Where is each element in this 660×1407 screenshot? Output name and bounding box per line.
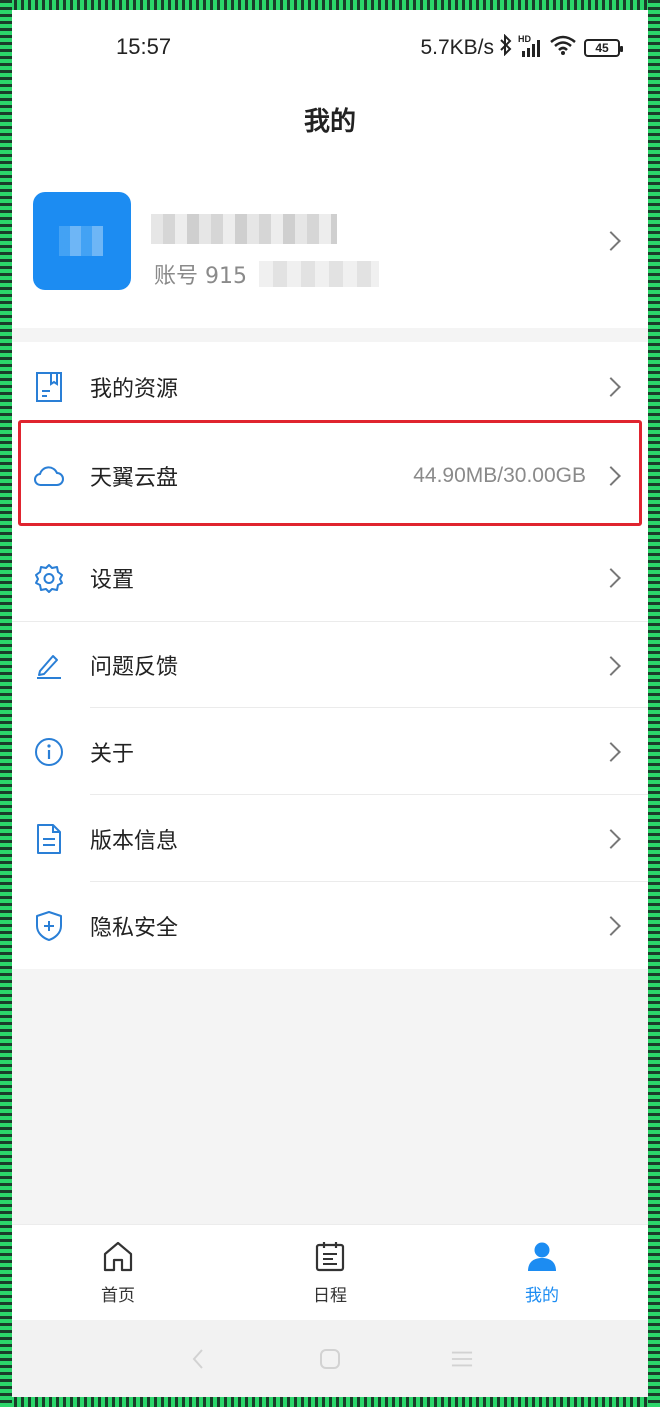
gear-icon xyxy=(33,562,65,594)
back-icon[interactable] xyxy=(187,1348,209,1370)
chevron-right-icon xyxy=(601,656,621,676)
menu-item-version-info[interactable]: 版本信息 xyxy=(12,795,648,882)
menu-item-my-resources[interactable]: 我的资源 xyxy=(12,342,648,432)
phone-screen: 15:57 5.7KB/s HD 45 我的 账号 915 我的资源 天翼云盘 … xyxy=(12,10,648,1397)
page-header: 我的 xyxy=(12,84,648,154)
chevron-right-icon xyxy=(601,742,621,762)
storage-usage: 44.90MB/30.00GB xyxy=(413,464,586,487)
battery-icon: 45 xyxy=(584,39,623,57)
profile-card[interactable]: 账号 915 xyxy=(12,154,648,328)
menu-item-label: 我的资源 xyxy=(90,377,179,402)
nav-tab-mine[interactable]: 我的 xyxy=(436,1225,648,1320)
avatar[interactable] xyxy=(33,192,131,290)
home-icon xyxy=(101,1239,135,1277)
account-number-redacted xyxy=(259,261,379,287)
status-icons: 5.7KB/s HD 45 xyxy=(420,33,623,62)
nav-label: 日程 xyxy=(313,1286,347,1306)
network-speed: 5.7KB/s xyxy=(420,36,494,59)
cloud-icon xyxy=(33,460,65,492)
chevron-right-icon xyxy=(601,231,621,251)
menu-icon[interactable] xyxy=(451,1348,473,1370)
nav-label: 我的 xyxy=(525,1286,559,1306)
document-icon xyxy=(33,371,65,403)
chevron-right-icon xyxy=(601,377,621,397)
menu-item-cloud-drive[interactable]: 天翼云盘 44.90MB/30.00GB xyxy=(12,432,648,520)
file-icon xyxy=(33,823,65,855)
avatar-pixelated xyxy=(59,226,103,256)
person-icon xyxy=(525,1239,559,1277)
nav-tab-schedule[interactable]: 日程 xyxy=(224,1225,436,1320)
menu-item-feedback[interactable]: 问题反馈 xyxy=(12,621,648,708)
menu-item-settings[interactable]: 设置 xyxy=(12,534,648,621)
wifi-icon xyxy=(549,34,577,62)
nav-tab-home[interactable]: 首页 xyxy=(12,1225,224,1320)
status-time: 15:57 xyxy=(116,34,172,59)
signal-icon: HD xyxy=(518,34,544,59)
home-button-icon[interactable] xyxy=(319,1348,341,1370)
menu-item-label: 关于 xyxy=(90,741,135,767)
chevron-right-icon xyxy=(601,916,621,936)
bottom-navigation: 首页 日程 我的 xyxy=(12,1224,648,1320)
pencil-icon xyxy=(33,649,65,681)
page-title: 我的 xyxy=(303,106,356,137)
menu-item-label: 天翼云盘 xyxy=(90,466,179,491)
account-number: 账号 915 xyxy=(154,258,379,290)
status-bar: 15:57 5.7KB/s HD 45 xyxy=(12,10,648,84)
system-navigation-bar xyxy=(12,1320,648,1397)
menu-item-label: 版本信息 xyxy=(90,828,179,854)
menu-item-privacy-security[interactable]: 隐私安全 xyxy=(12,882,648,969)
chevron-right-icon xyxy=(601,829,621,849)
menu-item-about[interactable]: 关于 xyxy=(12,708,648,795)
settings-menu: 我的资源 天翼云盘 44.90MB/30.00GB 设置 问题反馈 关于 版本信… xyxy=(12,342,648,969)
menu-item-label: 问题反馈 xyxy=(90,655,179,680)
nav-label: 首页 xyxy=(101,1286,135,1306)
menu-item-label: 设置 xyxy=(90,567,135,593)
info-icon xyxy=(33,736,65,768)
chevron-right-icon xyxy=(601,466,621,486)
shield-icon xyxy=(33,910,65,942)
calendar-icon xyxy=(313,1239,347,1277)
account-number-text: 账号 915 xyxy=(154,264,247,289)
bluetooth-icon xyxy=(499,33,513,62)
menu-item-label: 隐私安全 xyxy=(90,915,179,941)
profile-name-redacted xyxy=(151,214,337,244)
chevron-right-icon xyxy=(601,568,621,588)
